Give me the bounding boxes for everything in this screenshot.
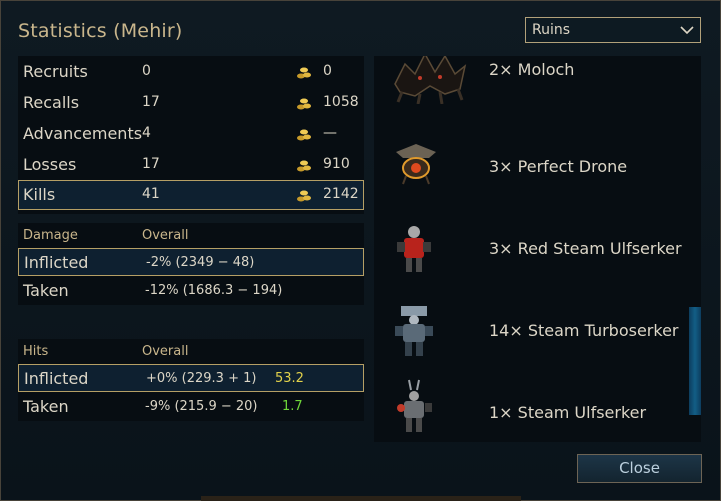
summary-gold: 2142 (323, 186, 359, 202)
damage-label: Taken (23, 281, 69, 300)
hits-overall-header: Overall (142, 344, 189, 359)
damage-overall-header: Overall (142, 228, 189, 243)
summary-gold: 1058 (323, 94, 359, 110)
summary-label: Recruits (23, 62, 88, 81)
damage-value: -2% (2349 − 48) (146, 255, 255, 270)
hits-row-taken: Taken -9% (215.9 − 20) 1.7 (18, 393, 364, 421)
moloch-sprite-icon (394, 56, 467, 104)
summary-count: 4 (142, 125, 151, 141)
gold-coins-icon (297, 67, 311, 79)
unit-name: 3× Red Steam Ulfserker (489, 239, 682, 258)
hits-value: +0% (229.3 + 1) (146, 371, 257, 386)
statistics-window: Statistics (Mehir) Ruins Recruits 0 0 Re… (0, 0, 721, 501)
close-button[interactable]: Close (577, 454, 702, 483)
summary-row-recruits: Recruits 0 0 (18, 57, 364, 87)
summary-gold: 0 (323, 63, 332, 79)
summary-gold: 910 (323, 156, 350, 172)
hits-label: Inflicted (24, 369, 89, 388)
summary-label: Losses (23, 155, 77, 174)
unit-name: 3× Perfect Drone (489, 157, 628, 176)
unit-list-item: 2× Moloch (374, 56, 694, 122)
chevron-down-icon (680, 26, 694, 35)
filter-selected-value: Ruins (532, 22, 571, 38)
units-list-panel: 2× Moloch 3× Perfect Drone 3× Red Steam … (374, 56, 701, 442)
summary-row-losses: Losses 17 910 (18, 150, 364, 180)
hits-chance-value: 1.7 (282, 399, 303, 414)
summary-row-kills[interactable]: Kills 41 2142 (18, 180, 364, 210)
turboserker-sprite-icon (395, 306, 433, 356)
unit-list-item: 3× Red Steam Ulfserker (374, 204, 694, 286)
unit-name: 14× Steam Turboserker (489, 321, 679, 340)
gold-coins-icon (297, 160, 311, 172)
summary-panel: Recruits 0 0 Recalls 17 1058 Advancement… (18, 56, 364, 214)
summary-row-recalls: Recalls 17 1058 (18, 88, 364, 118)
filter-dropdown[interactable]: Ruins (525, 17, 701, 43)
summary-gold: — (323, 125, 337, 141)
gold-coins-icon (297, 129, 311, 141)
unit-list-item: 3× Perfect Drone (374, 122, 694, 204)
unit-list-item: 1× Steam Ulfserker (374, 368, 694, 442)
unit-name: 2× Moloch (489, 60, 575, 79)
damage-row-taken: Taken -12% (1686.3 − 194) (18, 277, 364, 305)
hits-panel: Hits Overall Inflicted +0% (229.3 + 1) 5… (18, 339, 364, 421)
hits-value: -9% (215.9 − 20) (145, 399, 258, 414)
summary-count: 41 (142, 186, 160, 202)
gold-coins-icon (297, 98, 311, 110)
summary-label: Advancements (23, 124, 143, 143)
ulfserker-sprite-icon (397, 379, 432, 432)
summary-label: Recalls (23, 93, 80, 112)
drone-sprite-icon (396, 144, 436, 185)
damage-panel: Damage Overall Inflicted -2% (2349 − 48)… (18, 223, 364, 305)
summary-count: 17 (142, 156, 160, 172)
window-title: Statistics (Mehir) (18, 20, 183, 42)
summary-row-advancements: Advancements 4 — (18, 119, 364, 149)
bottom-border-decoration (201, 496, 521, 501)
damage-label: Inflicted (24, 253, 89, 272)
summary-label: Kills (23, 185, 56, 204)
gold-coins-icon (297, 190, 311, 202)
damage-row-inflicted[interactable]: Inflicted -2% (2349 − 48) (18, 248, 364, 276)
damage-value: -12% (1686.3 − 194) (145, 283, 283, 298)
hits-header: Hits (23, 344, 49, 359)
hits-chance-value: 53.2 (275, 371, 304, 386)
summary-count: 17 (142, 94, 160, 110)
unit-list-item: 14× Steam Turboserker (374, 286, 694, 368)
hits-row-inflicted[interactable]: Inflicted +0% (229.3 + 1) 53.2 (18, 364, 364, 392)
damage-header: Damage (23, 228, 78, 243)
hits-label: Taken (23, 397, 69, 416)
unit-name: 1× Steam Ulfserker (489, 403, 647, 422)
units-list-scrollbar[interactable] (689, 307, 701, 415)
red-ulfserker-sprite-icon (397, 226, 431, 272)
summary-count: 0 (142, 63, 151, 79)
